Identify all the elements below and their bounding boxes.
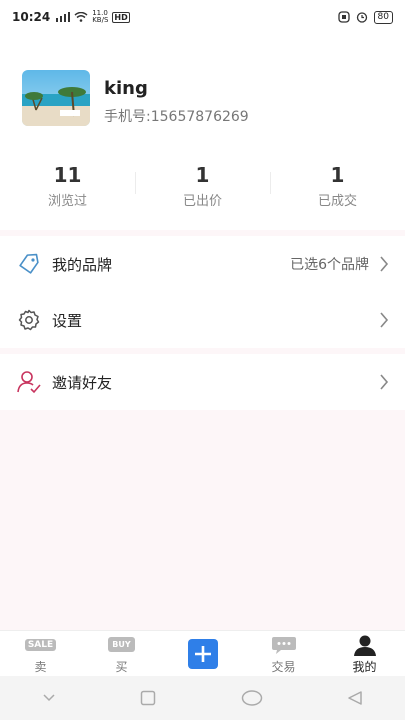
battery-icon: 80: [373, 10, 393, 24]
back-icon[interactable]: [347, 690, 363, 706]
stat-value: 1: [330, 163, 345, 187]
network-speed: 11.0 KB/S: [92, 9, 109, 24]
menu-label: 设置: [52, 311, 83, 330]
stat-label: 已成交: [317, 194, 357, 209]
stats-row: 11 浏览过 1 已出价 1 已成交: [0, 162, 405, 212]
chat-icon: [271, 634, 297, 656]
tab-sell[interactable]: SALE 卖: [0, 631, 81, 677]
profile-card: king 手机号:15657876269 11 浏览过 1 已出价 1 已成交: [0, 34, 405, 230]
tab-label: 我的: [352, 659, 377, 674]
sale-icon: SALE: [24, 634, 57, 656]
gear-icon: [16, 307, 42, 333]
tab-trade[interactable]: 交易: [243, 631, 324, 677]
chevron-down-icon[interactable]: [42, 693, 56, 703]
tab-mine[interactable]: 我的: [324, 631, 405, 677]
plus-icon: [187, 639, 218, 669]
system-nav-bar: [0, 676, 405, 720]
menu-label: 我的品牌: [52, 255, 113, 274]
chevron-right-icon: [380, 312, 389, 328]
wifi-icon: [74, 12, 88, 22]
invite-friend-icon: [16, 369, 42, 395]
menu-item-invite[interactable]: 邀请好友: [0, 354, 405, 410]
notification-icon: [337, 11, 350, 23]
status-bar: 10:24 11.0 KB/S HD 80: [0, 0, 405, 34]
bottom-tab-bar: SALE 卖 BUY 买 交易 我的: [0, 630, 405, 677]
recent-apps-icon[interactable]: [140, 690, 156, 706]
tab-buy[interactable]: BUY 买: [81, 631, 162, 677]
status-time: 10:24: [12, 10, 51, 24]
home-icon[interactable]: [241, 690, 263, 706]
hd-icon: HD: [112, 11, 130, 23]
username: king: [104, 78, 148, 99]
person-icon: [353, 634, 377, 656]
menu-value: 已选6个品牌: [290, 257, 369, 273]
tab-publish[interactable]: [162, 631, 243, 677]
menu-item-brands[interactable]: 我的品牌 已选6个品牌: [0, 236, 405, 292]
stat-label: 浏览过: [47, 194, 87, 209]
stat-viewed[interactable]: 11 浏览过: [0, 162, 135, 212]
alarm-icon: [356, 12, 367, 23]
menu-group-invite: 邀请好友: [0, 354, 405, 410]
chevron-right-icon: [380, 256, 389, 272]
menu-item-settings[interactable]: 设置: [0, 292, 405, 348]
stat-deal[interactable]: 1 已成交: [270, 162, 405, 212]
avatar[interactable]: [22, 70, 90, 126]
stat-bid[interactable]: 1 已出价: [135, 162, 270, 212]
stat-label: 已出价: [182, 194, 222, 209]
chevron-right-icon: [380, 374, 389, 390]
signal-icon: [56, 12, 71, 22]
menu-label: 邀请好友: [52, 373, 113, 392]
stat-value: 1: [195, 163, 210, 187]
tag-icon: [16, 251, 42, 277]
tab-label: 交易: [271, 659, 296, 674]
phone-number: 手机号:15657876269: [104, 109, 249, 125]
buy-icon: BUY: [108, 634, 135, 656]
tab-label: 卖: [34, 659, 47, 674]
stat-value: 11: [53, 163, 82, 187]
tab-label: 买: [115, 659, 128, 674]
menu-group-main: 我的品牌 已选6个品牌 设置: [0, 236, 405, 348]
